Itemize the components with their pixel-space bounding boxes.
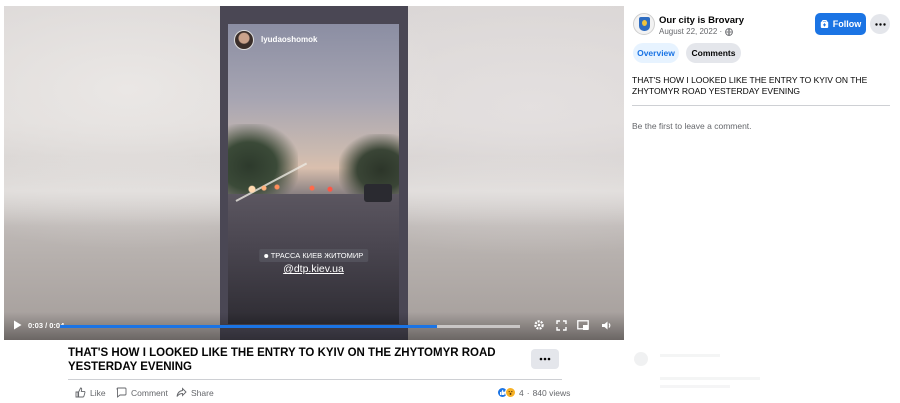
panel-divider [632,105,890,106]
story-frame: lyudaoshomok ТРАССА КИЕВ ЖИТОМИР @dtp.ki… [220,6,408,340]
video-player[interactable]: lyudaoshomok ТРАССА КИЕВ ЖИТОМИР @dtp.ki… [4,6,624,340]
globe-icon [725,27,734,36]
car-lights [242,176,342,198]
empty-comments-message: Be the first to leave a comment. [632,121,752,131]
progress-bar[interactable] [60,325,520,328]
share-label: Share [191,387,214,398]
share-button[interactable]: Share [176,387,214,398]
post-description: THAT'S HOW I LOOKED LIKE THE ENTRY TO KY… [632,75,868,96]
video-controls: 0:03 / 0:04 [4,312,624,340]
follow-label: Follow [832,19,862,29]
more-options-button[interactable] [531,349,559,369]
view-count: 840 views [532,387,571,398]
story-video: lyudaoshomok ТРАССА КИЕВ ЖИТОМИР @dtp.ki… [228,24,399,324]
pip-icon[interactable] [576,318,590,332]
comment-button[interactable]: Comment [116,387,168,398]
gear-icon[interactable] [532,318,546,332]
fullscreen-icon[interactable] [554,318,568,332]
location-sticker: ТРАССА КИЕВ ЖИТОМИР [258,249,369,262]
mention-tag: @dtp.kiev.ua [283,263,344,275]
location-text: ТРАССА КИЕВ ЖИТОМИР [270,251,364,260]
story-avatar [234,30,254,50]
like-button[interactable]: Like [75,387,106,398]
follow-icon [820,19,828,28]
post-viewer: lyudaoshomok ТРАССА КИЕВ ЖИТОМИР @dtp.ki… [0,0,900,403]
like-icon [75,387,86,398]
post-details-panel: Our city is Brovary August 22, 2022 · Fo… [624,0,900,403]
post-date-text: August 22, 2022 · [659,27,723,36]
volume-icon[interactable] [600,318,614,332]
location-dot-icon [263,254,268,259]
placeholder-avatar [634,352,648,366]
placeholder-line [660,354,720,357]
wow-reaction-icon [505,387,516,398]
tab-overview[interactable]: Overview [633,43,679,63]
page-name[interactable]: Our city is Brovary [659,15,744,26]
follow-button[interactable]: Follow [815,13,866,35]
play-icon[interactable] [10,318,24,332]
comment-label: Comment [131,387,168,398]
page-avatar[interactable] [633,13,655,35]
divider [68,379,562,380]
time-display: 0:03 / 0:04 [28,321,65,330]
like-label: Like [90,387,106,398]
post-date: August 22, 2022 · [659,27,734,36]
reaction-separator: · [526,387,530,398]
share-icon [176,387,187,397]
page-more-button[interactable] [870,14,890,34]
reaction-summary[interactable]: 4 · 840 views [497,387,570,398]
tab-comments[interactable]: Comments [686,43,741,63]
post-title: THAT'S HOW I LOOKED LIKE THE ENTRY TO KY… [68,347,496,373]
placeholder-line [660,385,730,388]
more-icon [539,357,551,361]
comment-icon [116,387,127,398]
story-username: lyudaoshomok [261,35,318,44]
comment-placeholder [632,350,892,400]
placeholder-line [660,377,760,380]
car [364,184,392,202]
reaction-count: 4 [519,387,524,398]
progress-fill [60,325,438,328]
more-icon [874,22,886,26]
